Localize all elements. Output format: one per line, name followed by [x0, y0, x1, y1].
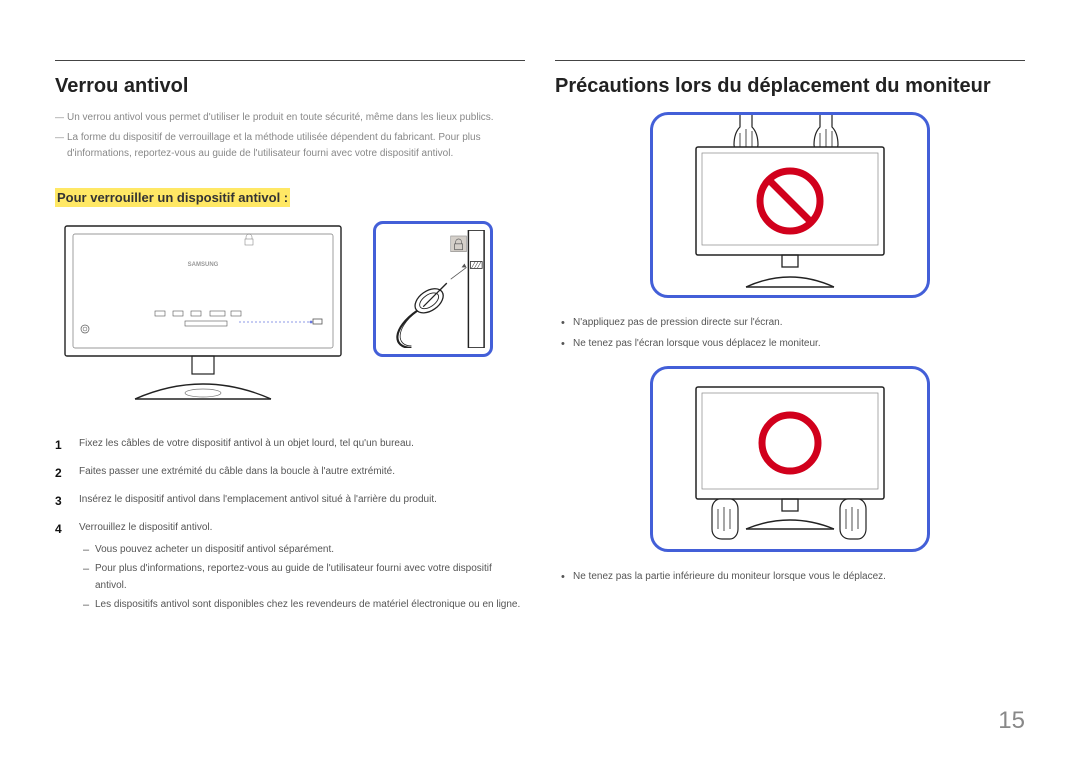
bullet-item: Ne tenez pas l'écran lorsque vous déplac… [555, 335, 1025, 352]
right-column: Précautions lors du déplacement du monit… [555, 60, 1025, 625]
subheading-pour-verrouiller: Pour verrouiller un dispositif antivol : [55, 188, 290, 207]
note-paragraph: La forme du dispositif de verrouillage e… [55, 130, 525, 162]
step-text: Verrouillez le dispositif antivol. [79, 522, 212, 533]
bullet-item: Ne tenez pas la partie inférieure du mon… [555, 568, 1025, 585]
heading-precautions: Précautions lors du déplacement du monit… [555, 75, 1025, 98]
bullet-item: N'appliquez pas de pression directe sur … [555, 314, 1025, 331]
heading-verrou-antivol: Verrou antivol [55, 75, 525, 98]
divider-top-right [555, 60, 1025, 61]
step-text: Faites passer une extrémité du câble dan… [79, 464, 395, 482]
step-number: 2 [55, 464, 67, 482]
monitor-rear-svg: SAMSUNG [55, 221, 355, 406]
bullet-list-1: N'appliquez pas de pression directe sur … [555, 314, 1025, 352]
figure-monitor-rear: SAMSUNG [55, 221, 355, 406]
step-item: 3 Insérez le dispositif antivol dans l'e… [55, 492, 525, 510]
precaution-svg-top [660, 115, 920, 295]
svg-text:SAMSUNG: SAMSUNG [188, 262, 219, 268]
substep-item: Vous pouvez acheter un dispositif antivo… [79, 541, 525, 558]
precaution-svg-bottom [660, 369, 920, 549]
substeps-list: Vous pouvez acheter un dispositif antivo… [79, 541, 525, 613]
step-item: 1 Fixez les câbles de votre dispositif a… [55, 436, 525, 454]
step-number: 3 [55, 492, 67, 510]
numbered-steps-list: 1 Fixez les câbles de votre dispositif a… [55, 436, 525, 615]
figure-row: SAMSUNG [55, 221, 525, 406]
lock-zoom-svg [382, 230, 490, 348]
divider-top-left [55, 60, 525, 61]
page-number: 15 [998, 707, 1025, 735]
step-number: 4 [55, 520, 67, 615]
step-number: 1 [55, 436, 67, 454]
figure-lock-zoom [373, 221, 493, 357]
precaution-figure-bottom [650, 366, 930, 552]
precaution-figure-top [650, 112, 930, 298]
substep-item: Pour plus d'informations, reportez-vous … [79, 560, 525, 594]
left-column: Verrou antivol Un verrou antivol vous pe… [55, 60, 525, 625]
step-item: 2 Faites passer une extrémité du câble d… [55, 464, 525, 482]
bullet-list-2: Ne tenez pas la partie inférieure du mon… [555, 568, 1025, 585]
step-text: Fixez les câbles de votre dispositif ant… [79, 436, 414, 454]
substep-item: Les dispositifs antivol sont disponibles… [79, 596, 525, 613]
note-paragraph: Un verrou antivol vous permet d'utiliser… [55, 110, 525, 126]
step-text: Insérez le dispositif antivol dans l'emp… [79, 492, 437, 510]
step-item: 4 Verrouillez le dispositif antivol. Vou… [55, 520, 525, 615]
